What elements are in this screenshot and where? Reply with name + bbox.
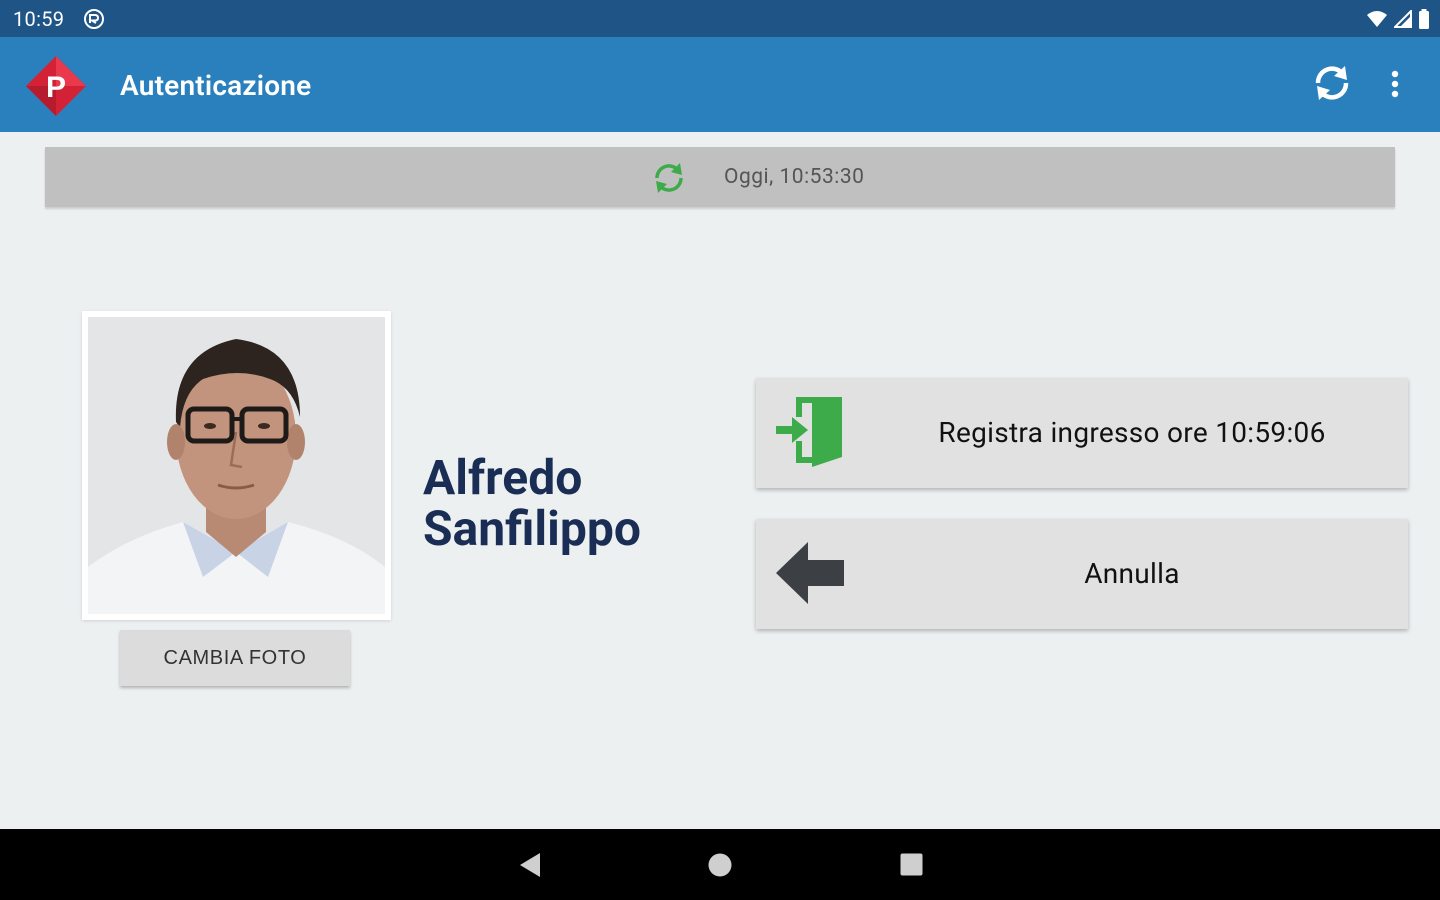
sync-icon: [1315, 66, 1349, 100]
battery-icon: [1419, 9, 1429, 29]
system-nav-bar: [0, 829, 1440, 900]
nav-home-icon[interactable]: [707, 852, 733, 878]
nav-recent-apps-icon[interactable]: [899, 852, 924, 877]
user-name: Alfredo Sanfilippo: [423, 452, 733, 554]
status-bar: 10:59: [0, 0, 1440, 37]
page-title: Autenticazione: [120, 69, 312, 102]
register-entry-button[interactable]: Registra ingresso ore 10:59:06: [756, 378, 1408, 488]
signal-icon: [1394, 10, 1412, 28]
more-vert-icon: [1391, 70, 1399, 98]
user-first-name: Alfredo: [423, 449, 583, 506]
sync-button[interactable]: [1310, 61, 1354, 105]
status-icons: [1366, 8, 1430, 30]
user-last-name: Sanfilippo: [423, 500, 641, 557]
nav-back-icon[interactable]: [518, 851, 542, 879]
register-entry-label: Registra ingresso ore 10:59:06: [938, 416, 1326, 449]
arrow-back-icon: [774, 536, 846, 610]
notification-icon: [83, 8, 105, 30]
overflow-menu-button[interactable]: [1381, 67, 1409, 103]
app-bar: P Autenticazione: [0, 37, 1440, 132]
cancel-label: Annulla: [1084, 557, 1180, 590]
sync-status-icon: [650, 159, 688, 197]
wifi-icon: [1367, 11, 1387, 27]
door-enter-icon: [774, 395, 846, 469]
change-photo-button[interactable]: CAMBIA FOTO: [120, 630, 350, 686]
status-time: 10:59: [13, 7, 65, 31]
app-logo: P: [24, 54, 88, 118]
cancel-button[interactable]: Annulla: [756, 519, 1408, 629]
last-sync-time: Oggi, 10:53:30: [724, 165, 865, 189]
user-photo: [88, 317, 385, 614]
last-sync-banner: Oggi, 10:53:30: [45, 147, 1395, 207]
app-logo-letter: P: [46, 71, 66, 104]
user-photo-frame: [82, 311, 391, 620]
